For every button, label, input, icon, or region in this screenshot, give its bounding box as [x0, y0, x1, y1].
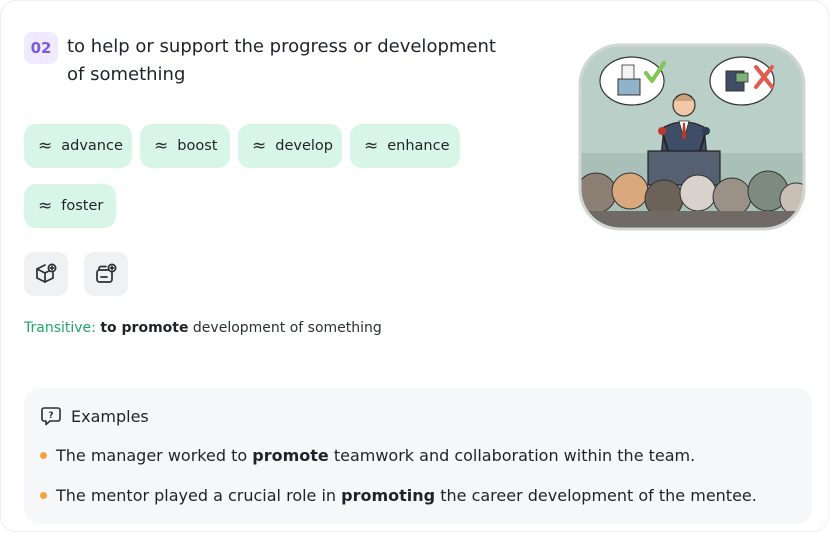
- synonym-label: advance: [61, 138, 123, 154]
- synonym-chip[interactable]: ≈ enhance: [350, 124, 460, 168]
- synonym-chip[interactable]: ≈ advance: [24, 124, 132, 168]
- grammar-label: Transitive:: [24, 320, 96, 336]
- synonym-label: foster: [61, 198, 104, 214]
- press-conference-illustration: [578, 43, 806, 231]
- synonym-label: boost: [177, 138, 218, 154]
- synonym-chip[interactable]: ≈ boost: [140, 124, 230, 168]
- example-sentence: The manager worked to promote teamwork a…: [40, 446, 695, 465]
- synonym-chip[interactable]: ≈ develop: [238, 124, 342, 168]
- svg-text:?: ?: [48, 411, 53, 421]
- approx-icon: ≈: [38, 196, 53, 216]
- examples-header: ? Examples: [40, 405, 149, 427]
- cube-plus-icon: [36, 263, 57, 283]
- grammar-pattern: Transitive: to promote development of so…: [24, 320, 382, 336]
- bullet-icon: [40, 452, 47, 459]
- example-sentence: The mentor played a crucial role in prom…: [40, 486, 757, 505]
- approx-icon: ≈: [252, 136, 267, 156]
- synonym-chip[interactable]: ≈ foster: [24, 184, 116, 228]
- synonym-label: enhance: [387, 138, 450, 154]
- bullet-icon: [40, 492, 47, 499]
- definition-card: 02 to help or support the progress or de…: [0, 0, 829, 532]
- synonym-label: develop: [275, 138, 333, 154]
- wallet-plus-icon: [96, 263, 117, 283]
- definition-text: to help or support the progress or devel…: [67, 36, 496, 85]
- grammar-rest: development of something: [188, 320, 382, 336]
- approx-icon: ≈: [154, 136, 169, 156]
- question-bubble-icon: ?: [41, 407, 61, 426]
- example-text: The mentor played a crucial role in prom…: [56, 486, 757, 505]
- approx-icon: ≈: [38, 136, 53, 156]
- examples-panel: ? Examples The manager worked to promote…: [24, 388, 812, 524]
- add-to-wordbook-button[interactable]: [84, 252, 128, 296]
- add-to-collection-button[interactable]: [24, 252, 68, 296]
- approx-icon: ≈: [364, 136, 379, 156]
- grammar-keyword: to promote: [100, 320, 189, 336]
- examples-title: Examples: [71, 406, 149, 426]
- example-text: The manager worked to promote teamwork a…: [56, 446, 696, 465]
- definition-number-badge: 02: [24, 32, 58, 64]
